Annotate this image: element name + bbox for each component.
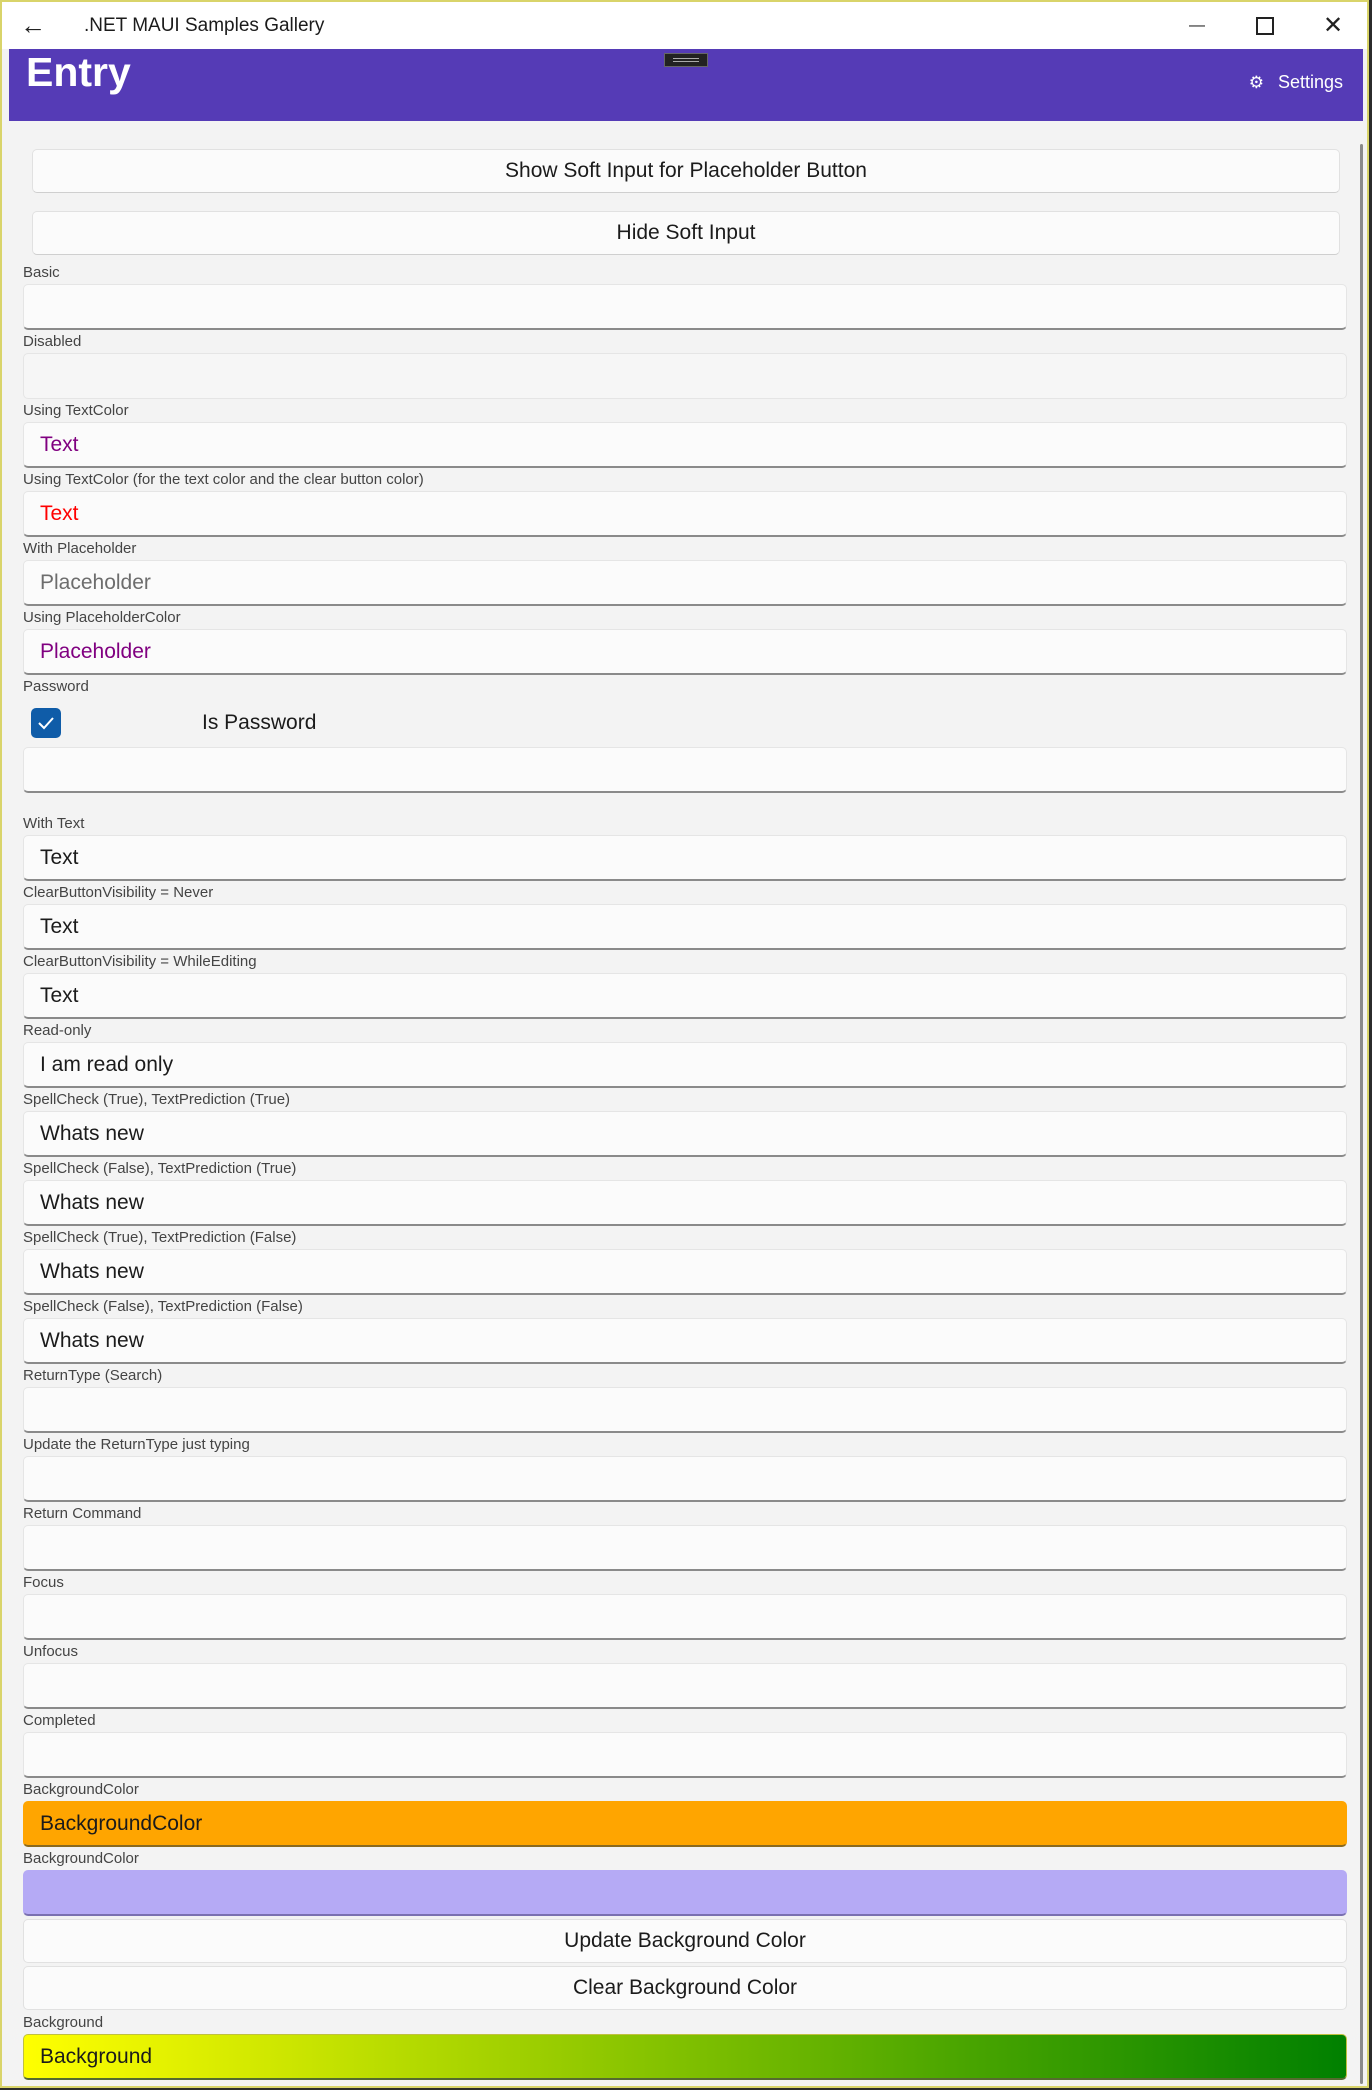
basic-entry[interactable] (23, 284, 1347, 330)
section-label: With Text (23, 815, 85, 832)
entry-samples-page: Show Soft Input for Placeholder Button H… (9, 121, 1363, 2086)
read-only-entry[interactable]: I am read only (23, 1042, 1347, 1088)
section-label: Read-only (23, 1022, 92, 1039)
update-background-color-button[interactable]: Update Background Color (23, 1919, 1347, 1963)
section-label: Using TextColor (for the text color and … (23, 471, 424, 488)
text-color-clear-entry[interactable]: Text (23, 491, 1347, 537)
minimize-icon: — (1189, 16, 1205, 34)
section-label: SpellCheck (True), TextPrediction (True) (23, 1091, 291, 1108)
maximize-icon (1256, 16, 1274, 35)
with-text-entry[interactable]: Text (23, 835, 1347, 881)
settings-label: Settings (1277, 72, 1343, 92)
close-button[interactable]: ✕ (1299, 2, 1367, 49)
section-label: Focus (23, 1574, 64, 1591)
close-icon: ✕ (1322, 12, 1344, 39)
show-soft-input-button[interactable]: Show Soft Input for Placeholder Button (32, 149, 1340, 193)
gear-icon: ⚙ (1248, 72, 1264, 92)
spellcheck-entry[interactable]: Whats new (23, 1180, 1347, 1226)
app-title: .NET MAUI Samples Gallery (84, 14, 325, 36)
section-label: Disabled (23, 333, 82, 350)
update-return-type-entry[interactable] (23, 1456, 1347, 1502)
background-color-entry[interactable]: BackgroundColor (23, 1801, 1347, 1847)
section-label: ReturnType (Search) (23, 1367, 163, 1384)
section-label: Using TextColor (23, 402, 129, 419)
settings-button[interactable]: ⚙ Settings (1249, 72, 1343, 93)
background-color-entry-2[interactable] (23, 1870, 1347, 1916)
drag-handle[interactable] (664, 53, 708, 67)
vertical-scrollbar[interactable] (1360, 144, 1363, 2084)
placeholder-color-entry[interactable]: Placeholder (23, 629, 1347, 675)
text-color-entry[interactable]: Text (23, 422, 1347, 468)
section-label: Password (23, 678, 89, 695)
section-label: SpellCheck (True), TextPrediction (False… (23, 1229, 297, 1246)
minimize-button[interactable]: — (1163, 2, 1231, 49)
section-label: BackgroundColor (23, 1850, 139, 1867)
section-label: SpellCheck (False), TextPrediction (Fals… (23, 1298, 303, 1315)
completed-entry[interactable] (23, 1732, 1347, 1778)
clear-while-editing-entry[interactable]: Text (23, 973, 1347, 1019)
section-label: Background (23, 2014, 104, 2031)
section-label: With Placeholder (23, 540, 137, 557)
focus-entry[interactable] (23, 1594, 1347, 1640)
section-label: Basic (23, 264, 60, 281)
checkmark-icon (38, 717, 54, 730)
section-label: Return Command (23, 1505, 142, 1522)
spellcheck-entry[interactable]: Whats new (23, 1318, 1347, 1364)
return-command-entry[interactable] (23, 1525, 1347, 1571)
back-arrow-icon: ← (20, 10, 46, 40)
spellcheck-entry[interactable]: Whats new (23, 1111, 1347, 1157)
clear-never-entry[interactable]: Text (23, 904, 1347, 950)
section-label: SpellCheck (False), TextPrediction (True… (23, 1160, 297, 1177)
section-label: ClearButtonVisibility = Never (23, 884, 214, 901)
password-entry[interactable] (23, 747, 1347, 793)
hide-soft-input-button[interactable]: Hide Soft Input (32, 211, 1340, 255)
placeholder-entry[interactable]: Placeholder (23, 560, 1347, 606)
back-button[interactable]: ← (2, 2, 64, 49)
disabled-entry (23, 353, 1347, 399)
return-type-search-entry[interactable] (23, 1387, 1347, 1433)
clear-background-color-button[interactable]: Clear Background Color (23, 1966, 1347, 2010)
title-bar: ← .NET MAUI Samples Gallery — ✕ (2, 2, 1367, 49)
is-password-checkbox[interactable] (31, 708, 61, 738)
background-gradient-entry[interactable]: Background (23, 2034, 1347, 2080)
spellcheck-entry[interactable]: Whats new (23, 1249, 1347, 1295)
section-label: Completed (23, 1712, 96, 1729)
maximize-button[interactable] (1231, 2, 1299, 49)
unfocus-entry[interactable] (23, 1663, 1347, 1709)
section-label: Using PlaceholderColor (23, 609, 181, 626)
app-window: ← .NET MAUI Samples Gallery — ✕ Entry ⚙ … (0, 0, 1369, 2088)
is-password-label: Is Password (202, 711, 317, 734)
page-header: Entry ⚙ Settings (9, 49, 1363, 121)
section-label: Unfocus (23, 1643, 79, 1660)
section-label: ClearButtonVisibility = WhileEditing (23, 953, 257, 970)
page-title: Entry (26, 49, 131, 95)
section-label: Update the ReturnType just typing (23, 1436, 250, 1453)
section-label: BackgroundColor (23, 1781, 139, 1798)
